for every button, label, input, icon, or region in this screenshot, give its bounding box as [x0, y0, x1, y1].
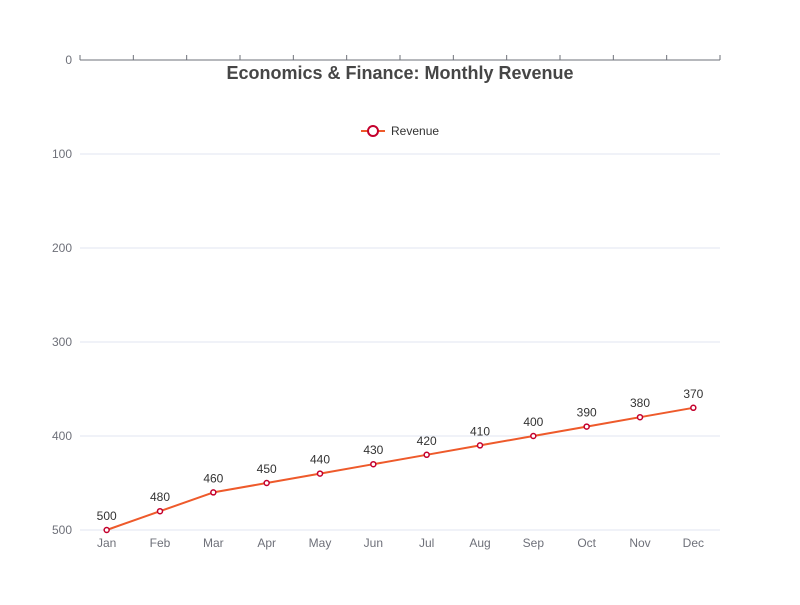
data-label-jan: 500	[97, 509, 117, 523]
data-label-apr: 450	[257, 462, 277, 476]
chart-title: Economics & Finance: Monthly Revenue	[226, 63, 573, 83]
data-point-jun[interactable]	[370, 460, 377, 468]
x-tick-label-sep: Sep	[523, 536, 545, 550]
series-revenue	[103, 404, 697, 534]
x-tick-label-apr: Apr	[257, 536, 276, 550]
data-point-oct[interactable]	[583, 423, 590, 430]
data-point-aug[interactable]	[476, 442, 484, 449]
legend-label-revenue: Revenue	[391, 124, 439, 138]
data-label-may: 440	[310, 453, 330, 467]
legend[interactable]: Revenue	[361, 124, 439, 138]
y-tick-label-0: 0	[65, 53, 72, 67]
x-tick-label-jan: Jan	[97, 536, 116, 550]
data-labels: 500 480 460 450 440 430 420 410 400 390 380 370	[97, 387, 704, 523]
y-tick-label-100: 100	[52, 147, 72, 161]
data-label-dec: 370	[683, 387, 703, 401]
data-point-mar[interactable]	[210, 489, 217, 496]
data-label-oct: 390	[577, 406, 597, 420]
data-point-sep[interactable]	[530, 432, 537, 440]
data-label-mar: 460	[203, 471, 223, 485]
data-label-sep: 400	[523, 415, 543, 429]
y-tick-label-300: 300	[52, 335, 72, 349]
series-line-revenue	[106, 406, 694, 531]
x-tick-label-jul: Jul	[419, 536, 434, 550]
data-point-nov[interactable]	[636, 413, 644, 421]
x-tick-label-feb: Feb	[150, 536, 171, 550]
x-tick-label-may: May	[309, 536, 332, 550]
data-label-aug: 410	[470, 424, 490, 438]
data-point-jul[interactable]	[423, 451, 430, 459]
data-point-may[interactable]	[316, 470, 324, 477]
data-label-nov: 380	[630, 396, 650, 410]
data-label-jul: 420	[417, 434, 437, 448]
chart-container: 0 100 200 300 400 500 Jan Feb Mar Apr May Jun Jul Aug…	[0, 0, 800, 600]
grid-lines	[80, 153, 720, 531]
data-point-feb[interactable]	[156, 507, 164, 515]
data-point-dec[interactable]	[690, 404, 697, 412]
axes: 0 100 200 300 400 500 Jan Feb Mar Apr May Jun Jul Aug…	[52, 53, 721, 550]
data-point-jan[interactable]	[103, 526, 110, 534]
x-tick-label-oct: Oct	[577, 536, 596, 550]
x-tick-label-dec: Dec	[683, 536, 704, 550]
data-label-feb: 480	[150, 490, 170, 504]
x-tick-label-aug: Aug	[469, 536, 490, 550]
x-tick-label-nov: Nov	[629, 536, 650, 550]
line-chart: 0 100 200 300 400 500 Jan Feb Mar Apr May Jun Jul Aug…	[52, 53, 721, 550]
x-tick-label-jun: Jun	[364, 536, 383, 550]
x-tick-label-mar: Mar	[203, 536, 224, 550]
y-tick-label-400: 400	[52, 429, 72, 443]
y-tick-label-200: 200	[52, 241, 72, 255]
data-label-jun: 430	[363, 443, 383, 457]
y-tick-label-500: 500	[52, 523, 72, 537]
legend-marker-icon	[367, 125, 379, 137]
data-point-apr[interactable]	[263, 479, 270, 487]
